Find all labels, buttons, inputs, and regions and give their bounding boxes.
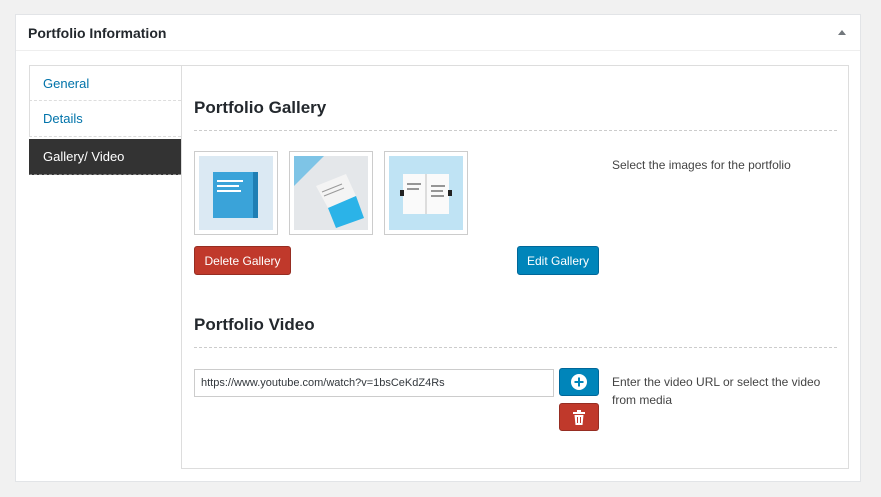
metabox-header[interactable]: Portfolio Information [16, 15, 860, 51]
collapse-arrow-icon[interactable] [838, 30, 846, 35]
tab-details[interactable]: Details [29, 101, 181, 137]
video-url-input[interactable] [194, 369, 554, 397]
section-divider [194, 347, 837, 348]
delete-video-button[interactable] [559, 403, 599, 431]
brochure-image [294, 156, 368, 230]
trash-icon [573, 409, 585, 425]
tab-gallery-video[interactable]: Gallery/ Video [29, 139, 181, 175]
delete-gallery-button[interactable]: Delete Gallery [194, 246, 291, 275]
metabox-title: Portfolio Information [28, 24, 167, 41]
gallery-section-title: Portfolio Gallery [194, 98, 327, 117]
gallery-thumbnail[interactable] [194, 151, 278, 235]
gallery-thumbnail[interactable] [289, 151, 373, 235]
tab-general[interactable]: General [29, 65, 181, 101]
video-section-title: Portfolio Video [194, 315, 315, 334]
add-video-button[interactable] [559, 368, 599, 396]
plus-circle-icon [571, 374, 587, 390]
section-divider [194, 130, 837, 131]
tab-label: Details [43, 111, 83, 126]
tab-panel-gallery-video: Portfolio Gallery Select the images for … [181, 65, 849, 469]
gallery-help-text: Select the images for the portfolio [612, 158, 791, 172]
tab-list: General Details Gallery/ Video [29, 65, 181, 175]
book-image [199, 156, 273, 230]
gallery-thumbnail[interactable] [384, 151, 468, 235]
open-book-image [389, 156, 463, 230]
video-help-text: Enter the video URL or select the video … [612, 375, 821, 407]
edit-gallery-button[interactable]: Edit Gallery [517, 246, 599, 275]
portfolio-metabox: Portfolio Information General Details Ga… [15, 14, 861, 482]
tab-label: General [43, 75, 90, 91]
tab-label: Gallery/ Video [43, 149, 125, 164]
